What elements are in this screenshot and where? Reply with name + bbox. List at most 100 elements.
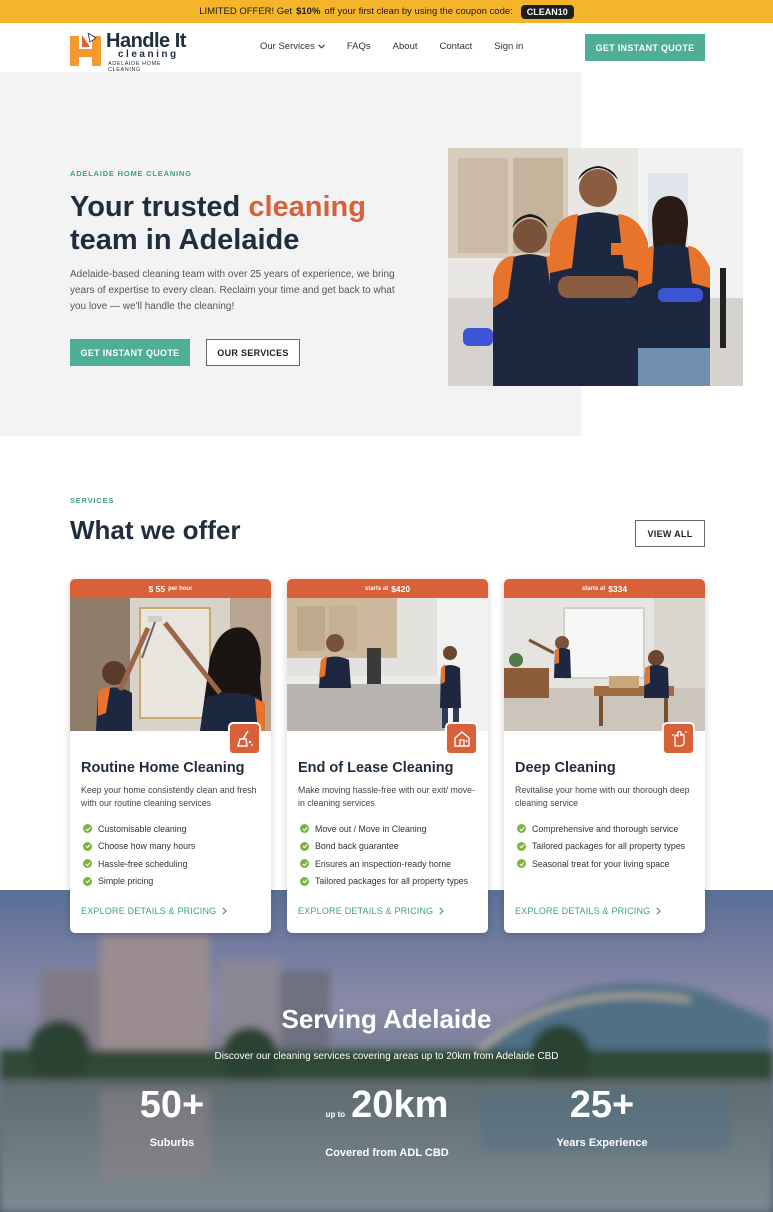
stat-value: 25+: [569, 1084, 635, 1126]
promo-prefix: LIMITED OFFER! Get: [199, 6, 293, 17]
check-icon: [83, 859, 92, 869]
feature-label: Hassle-free scheduling: [98, 858, 188, 869]
stat-value: 50+: [139, 1084, 205, 1126]
glove-icon: [662, 722, 695, 755]
list-item: Ensures an inspection-ready home: [300, 855, 488, 873]
card-photo: [287, 598, 488, 731]
stat-value-row: up to 20km: [287, 1083, 487, 1137]
explore-link-label: EXPLORE DETAILS & PRICING: [81, 906, 217, 916]
stat-coverage: up to 20km Covered from ADL CBD: [287, 1083, 487, 1159]
check-icon: [517, 824, 526, 834]
card-price-value: $334: [608, 583, 628, 594]
serving-title: Serving Adelaide: [281, 1004, 492, 1034]
hero-services-button[interactable]: OUR SERVICES: [206, 339, 300, 366]
explore-link[interactable]: EXPLORE DETAILS & PRICING: [81, 906, 228, 916]
explore-link[interactable]: EXPLORE DETAILS & PRICING: [298, 906, 445, 916]
hero-quote-button[interactable]: GET INSTANT QUOTE: [70, 339, 190, 366]
card-title: Deep Cleaning: [515, 760, 616, 776]
stat-prefix: up to: [325, 1110, 346, 1119]
service-card-deep[interactable]: starts at $334 Deep Cleaning Revitalise …: [504, 579, 705, 933]
list-item: Customisable cleaning: [83, 820, 271, 838]
check-icon: [83, 876, 92, 886]
promo-bar: LIMITED OFFER! Get $10% off your first c…: [0, 0, 773, 23]
nav-our-services-label: Our Services: [260, 41, 315, 52]
list-item: Move out / Move in Cleaning: [300, 820, 488, 838]
card-price: $ 55 per hour: [70, 579, 271, 598]
hero-description: Adelaide-based cleaning team with over 2…: [70, 269, 395, 312]
explore-link[interactable]: EXPLORE DETAILS & PRICING: [515, 906, 662, 916]
promo-highlight: $10%: [296, 6, 321, 17]
chevron-right-icon: [656, 907, 662, 915]
card-title: End of Lease Cleaning: [298, 760, 454, 776]
chevron-right-icon: [439, 907, 445, 915]
card-price-value: $420: [391, 583, 411, 594]
check-icon: [300, 841, 309, 851]
chevron-down-icon: [318, 44, 325, 49]
check-icon: [517, 841, 526, 851]
nav-faqs[interactable]: FAQs: [347, 41, 371, 52]
service-card-end-of-lease[interactable]: starts at $420 End of Lease Cleaning Mak…: [287, 579, 488, 933]
card-description: Revitalise your home with our thorough d…: [515, 785, 690, 808]
promo-suffix: off your first clean by using the coupon…: [324, 6, 513, 17]
list-item: Hassle-free scheduling: [83, 855, 271, 873]
explore-link-label: EXPLORE DETAILS & PRICING: [298, 906, 434, 916]
service-card-routine[interactable]: $ 55 per hour Routine Home Cleaning Keep…: [70, 579, 271, 933]
list-item: Tailored packages for all property types: [517, 838, 705, 856]
services-title: What we offer: [70, 515, 241, 545]
stat-experience: 25+ Years Experience: [502, 1083, 702, 1149]
nav-sign-in[interactable]: Sign in: [494, 41, 523, 52]
hero-title-accent: cleaning: [248, 191, 366, 223]
card-price-suffix: per hour: [168, 585, 193, 592]
nav-links: Our Services FAQs About Contact Sign in: [260, 41, 523, 52]
card-features: Move out / Move in Cleaning Bond back gu…: [300, 820, 488, 890]
hero-team-photo: [448, 148, 743, 386]
house-clean-icon: [445, 722, 478, 755]
broom-icon: [228, 722, 261, 755]
card-price: starts at $334: [504, 579, 705, 598]
stat-value: 20km: [351, 1084, 449, 1126]
list-item: Choose how many hours: [83, 838, 271, 856]
nav-contact[interactable]: Contact: [440, 41, 473, 52]
feature-label: Customisable cleaning: [98, 823, 187, 834]
check-icon: [300, 876, 309, 886]
card-price: starts at $420: [287, 579, 488, 598]
chevron-right-icon: [222, 907, 228, 915]
main-nav: Handle It cleaning ADELAIDE HOME CLEANIN…: [0, 23, 773, 73]
stat-suburbs: 50+ Suburbs: [72, 1083, 272, 1149]
nav-about[interactable]: About: [393, 41, 418, 52]
feature-label: Simple pricing: [98, 876, 154, 887]
view-all-button[interactable]: VIEW ALL: [635, 520, 705, 547]
card-description: Keep your home consistently clean and fr…: [81, 785, 257, 808]
stat-label: Covered from ADL CBD: [325, 1147, 449, 1159]
list-item: Simple pricing: [83, 873, 271, 891]
card-features: Comprehensive and thorough service Tailo…: [517, 820, 705, 873]
hero-title-post: team in Adelaide: [70, 224, 300, 256]
list-item: Tailored packages for all property types: [300, 873, 488, 891]
nav-quote-button[interactable]: GET INSTANT QUOTE: [585, 34, 705, 61]
feature-label: Tailored packages for all property types: [315, 876, 469, 887]
card-title: Routine Home Cleaning: [81, 760, 245, 776]
coupon-code: CLEAN10: [520, 4, 574, 19]
hero-title: Your trusted cleaning team in Adelaide: [70, 191, 430, 257]
serving-subtitle: Discover our cleaning services covering …: [214, 1051, 559, 1062]
list-item: Seasonal treat for your living space: [517, 855, 705, 873]
feature-label: Tailored packages for all property types: [532, 841, 686, 852]
feature-label: Seasonal treat for your living space: [532, 858, 670, 869]
logo-word: Handle It: [106, 30, 186, 52]
list-item: Comprehensive and thorough service: [517, 820, 705, 838]
nav-our-services[interactable]: Our Services: [260, 41, 325, 52]
logo[interactable]: Handle It cleaning ADELAIDE HOME CLEANIN…: [70, 29, 195, 73]
check-icon: [300, 824, 309, 834]
explore-link-label: EXPLORE DETAILS & PRICING: [515, 906, 651, 916]
feature-label: Move out / Move in Cleaning: [315, 823, 427, 834]
card-price-value: $ 55: [148, 583, 166, 594]
check-icon: [83, 841, 92, 851]
card-price-prefix: starts at: [364, 585, 389, 592]
hero-eyebrow: ADELAIDE HOME CLEANING: [70, 169, 192, 178]
stat-label: Years Experience: [556, 1137, 648, 1149]
stat-label: Suburbs: [149, 1137, 195, 1149]
feature-label: Ensures an inspection-ready home: [315, 858, 451, 869]
feature-label: Bond back guarantee: [315, 841, 399, 852]
check-icon: [517, 859, 526, 869]
logo-icon: [70, 33, 101, 66]
